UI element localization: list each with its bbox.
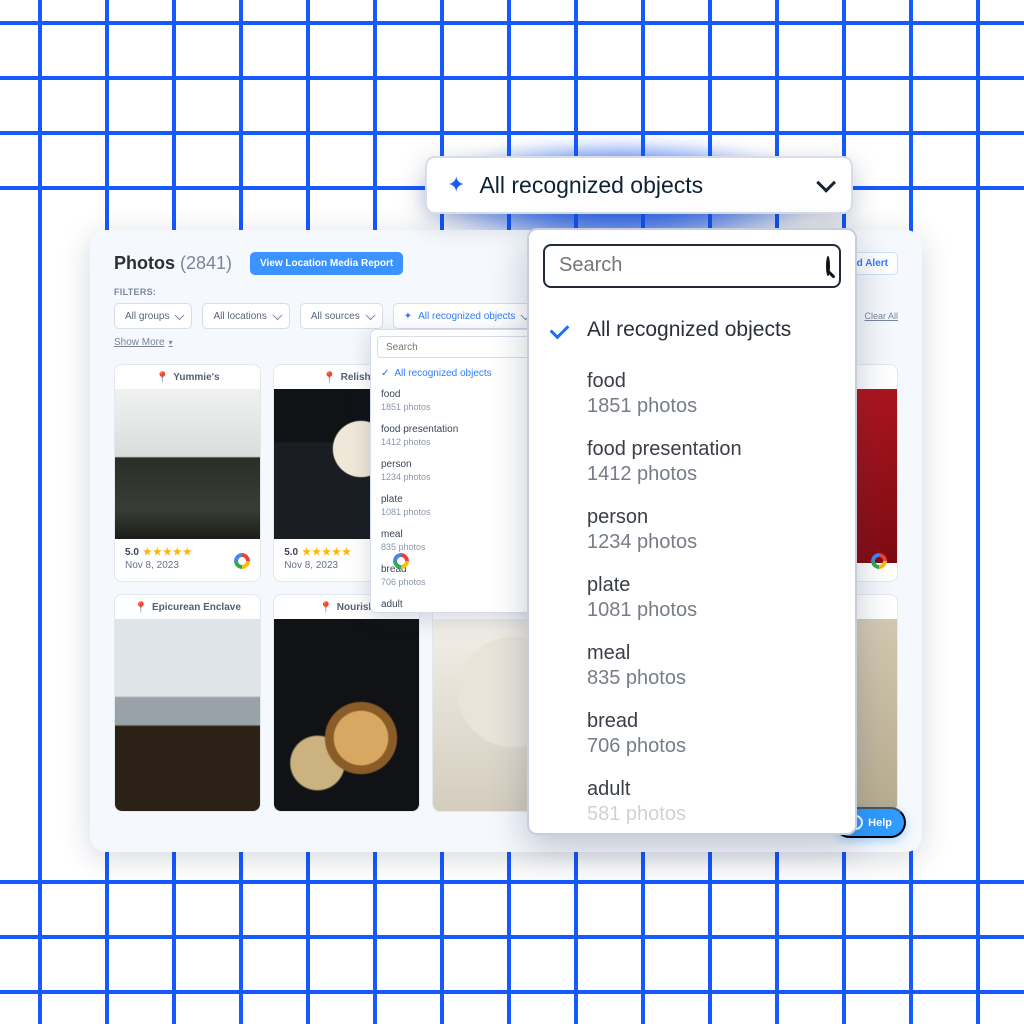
pin-icon: 📍 xyxy=(134,601,148,614)
card-date: Nov 8, 2023 xyxy=(284,560,409,571)
panel-option[interactable]: adult581 photos xyxy=(529,768,855,833)
google-icon xyxy=(871,553,887,569)
search-icon xyxy=(826,256,830,276)
panel-option[interactable]: plate1081 photos xyxy=(529,564,855,632)
card-location: Nourish xyxy=(337,602,375,613)
star-icon: ★★★★★ xyxy=(143,547,193,558)
filter-recognized-objects[interactable]: ✦All recognized objects xyxy=(393,303,539,329)
card-rating: 5.0★★★★★ xyxy=(125,547,250,558)
sparkle-icon: ✦ xyxy=(404,311,412,322)
panel-option[interactable]: bread706 photos xyxy=(529,700,855,768)
page-title: Photos (2841) xyxy=(114,253,232,274)
panel-search-input[interactable] xyxy=(557,253,826,278)
mini-option[interactable]: plate xyxy=(371,488,553,507)
view-media-report-button[interactable]: View Location Media Report xyxy=(250,252,403,275)
photo-thumbnail xyxy=(274,619,419,811)
mini-option[interactable]: adult xyxy=(371,593,553,612)
show-more-link[interactable]: Show More ▾ xyxy=(114,337,173,348)
panel-option-list: All recognized objects food1851 photos f… xyxy=(529,298,855,833)
photo-card[interactable]: 📍 Nourish xyxy=(273,594,420,812)
select-label: All recognized objects xyxy=(479,172,703,199)
card-rating: 5.0★★★★★ xyxy=(284,547,409,558)
clear-all-link[interactable]: Clear All xyxy=(864,311,898,321)
panel-option[interactable]: person1234 photos xyxy=(529,496,855,564)
recognized-objects-panel: All recognized objects food1851 photos f… xyxy=(527,228,857,835)
recognized-objects-select[interactable]: ✦ All recognized objects xyxy=(425,156,853,214)
mini-option[interactable]: person xyxy=(371,453,553,472)
panel-search[interactable] xyxy=(543,244,841,288)
filter-locations[interactable]: All locations xyxy=(202,303,289,329)
panel-option-selected[interactable]: All recognized objects xyxy=(529,304,855,360)
photo-card[interactable]: 📍Yummie's 5.0★★★★★ Nov 8, 2023 xyxy=(114,364,261,582)
filter-groups[interactable]: All groups xyxy=(114,303,192,329)
mini-option-selected[interactable]: ✓All recognized objects xyxy=(371,364,553,383)
pin-icon: 📍 xyxy=(156,371,170,384)
mini-search-input[interactable] xyxy=(384,341,534,354)
photo-thumbnail xyxy=(115,619,260,811)
pin-icon: 📍 xyxy=(323,371,337,384)
card-location: Relish xyxy=(341,372,371,383)
star-icon: ★★★★★ xyxy=(302,547,352,558)
photo-thumbnail xyxy=(115,389,260,539)
mini-search[interactable]: ⌕ xyxy=(377,336,547,358)
filter-sources[interactable]: All sources xyxy=(300,303,383,329)
card-location: Yummie's xyxy=(173,372,219,383)
panel-option[interactable]: food1851 photos xyxy=(529,360,855,428)
panel-option[interactable]: food presentation1412 photos xyxy=(529,428,855,496)
mini-option[interactable]: food presentation xyxy=(371,418,553,437)
pin-icon: 📍 xyxy=(319,601,333,614)
sparkle-icon: ✦ xyxy=(447,172,465,198)
photo-card[interactable]: 📍 Epicurean Enclave xyxy=(114,594,261,812)
chevron-down-icon xyxy=(816,173,836,193)
mini-option[interactable]: food xyxy=(371,383,553,402)
photo-count: (2841) xyxy=(180,253,232,273)
panel-option[interactable]: meal835 photos xyxy=(529,632,855,700)
card-date: Nov 8, 2023 xyxy=(125,560,250,571)
card-location: Epicurean Enclave xyxy=(152,602,241,613)
